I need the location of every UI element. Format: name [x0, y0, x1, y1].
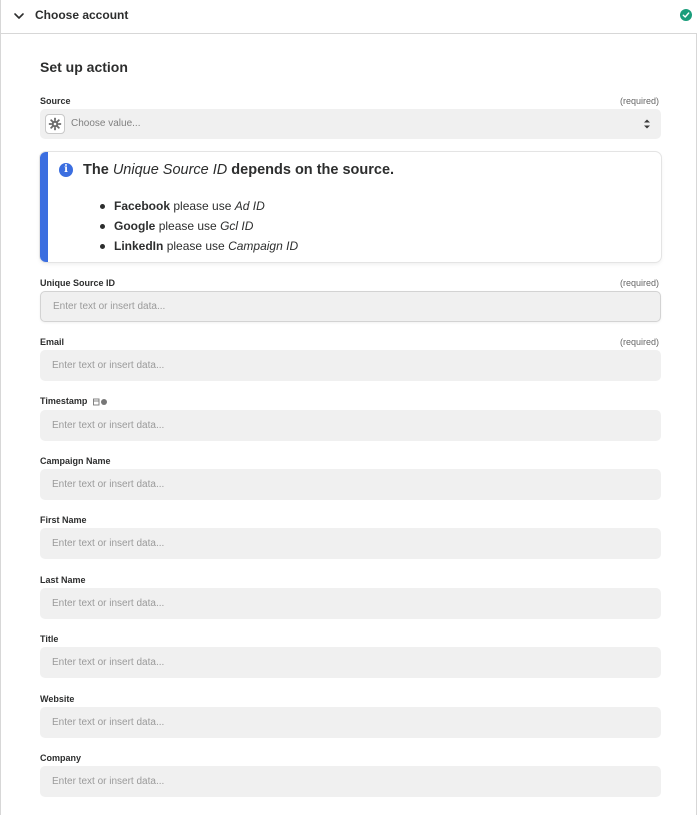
email-field[interactable] — [40, 350, 661, 381]
company-label: Company — [40, 753, 82, 763]
source-select-placeholder: Choose value... — [71, 118, 141, 129]
info-list: Facebook please use Ad ID Google please … — [98, 196, 298, 256]
info-title-italic: Unique Source ID — [112, 162, 228, 178]
website-label: Website — [40, 694, 75, 704]
unique-source-id-required-label: (required) — [619, 278, 659, 288]
company-input[interactable] — [40, 766, 661, 797]
source-name: Google — [114, 219, 156, 233]
source-required-label: (required) — [619, 96, 659, 106]
select-arrows-icon — [644, 119, 650, 129]
source-hint: please use — [158, 219, 217, 233]
list-item: Facebook please use Ad ID — [98, 196, 298, 216]
email-input[interactable] — [40, 350, 661, 381]
source-id-type: Gcl ID — [220, 219, 254, 233]
calendar-clock-icon — [92, 398, 107, 406]
timestamp-input[interactable] — [40, 410, 661, 441]
timestamp-label-text: Timestamp — [40, 396, 88, 406]
campaign-name-field[interactable] — [40, 469, 661, 500]
list-item: LinkedIn please use Campaign ID — [98, 236, 298, 256]
source-hint: please use — [173, 199, 232, 213]
info-accent-bar — [40, 152, 48, 262]
title-field[interactable] — [40, 647, 661, 678]
unique-source-id-input[interactable] — [41, 292, 660, 321]
source-label: Source — [40, 96, 71, 106]
page-title: Set up action — [40, 59, 128, 75]
timestamp-field[interactable] — [40, 410, 661, 441]
title-input[interactable] — [40, 647, 661, 678]
source-name: LinkedIn — [114, 239, 164, 253]
action-setup-panel: Choose account Set up action Source (req… — [0, 0, 697, 815]
source-name: Facebook — [114, 199, 171, 213]
list-item: Google please use Gcl ID — [98, 216, 298, 236]
email-required-label: (required) — [619, 337, 659, 347]
info-title-prefix: The — [83, 162, 109, 178]
unique-source-id-field[interactable] — [40, 291, 661, 322]
campaign-name-label: Campaign Name — [40, 456, 111, 466]
timestamp-label: Timestamp — [40, 396, 108, 406]
accordion-title: Choose account — [35, 8, 129, 22]
title-label: Title — [40, 634, 59, 644]
info-callout: i The Unique Source ID depends on the so… — [40, 152, 661, 262]
website-field[interactable] — [40, 707, 661, 738]
info-title: The Unique Source ID depends on the sour… — [83, 162, 394, 178]
website-input[interactable] — [40, 707, 661, 738]
last-name-label: Last Name — [40, 575, 86, 585]
source-hint: please use — [166, 239, 225, 253]
unique-source-id-label: Unique Source ID — [40, 278, 116, 288]
source-select[interactable]: Choose value... — [40, 109, 661, 139]
first-name-input[interactable] — [40, 528, 661, 559]
first-name-label: First Name — [40, 515, 87, 525]
company-field[interactable] — [40, 766, 661, 797]
last-name-input[interactable] — [40, 588, 661, 619]
source-id-type: Campaign ID — [228, 239, 299, 253]
campaign-name-input[interactable] — [40, 469, 661, 500]
last-name-field[interactable] — [40, 588, 661, 619]
choose-account-header[interactable]: Choose account — [1, 0, 697, 34]
first-name-field[interactable] — [40, 528, 661, 559]
info-icon: i — [59, 163, 73, 177]
chevron-down-icon[interactable] — [12, 9, 26, 23]
info-title-suffix: depends on the source. — [231, 162, 395, 178]
source-id-type: Ad ID — [234, 199, 265, 213]
gear-icon — [45, 114, 65, 134]
email-label: Email — [40, 337, 65, 347]
check-circle-icon — [680, 9, 692, 21]
